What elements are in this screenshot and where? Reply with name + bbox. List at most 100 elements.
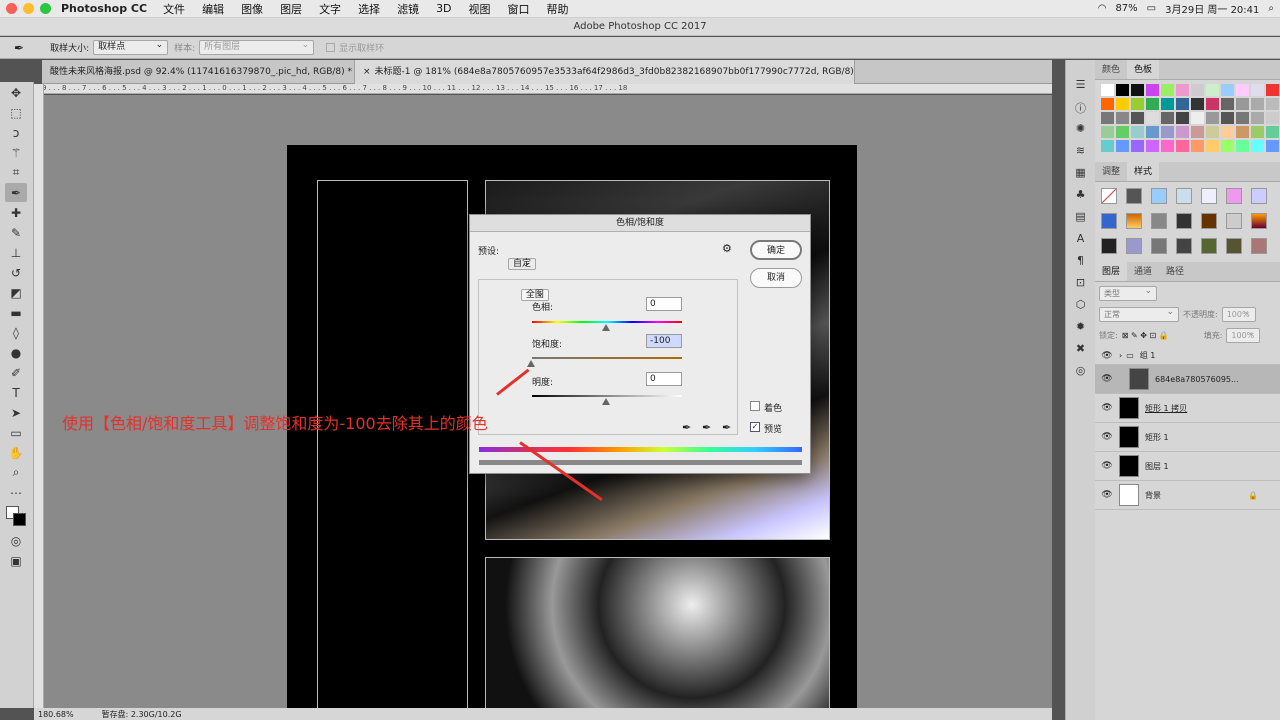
lightness-slider[interactable] [532, 395, 682, 397]
gear-icon[interactable]: ⚙ [722, 242, 732, 255]
swatch[interactable] [1116, 126, 1129, 138]
clone-source-icon[interactable]: ▤ [1066, 210, 1095, 230]
swatch[interactable] [1236, 140, 1249, 152]
lightness-slider-thumb[interactable] [602, 398, 610, 405]
swatch[interactable] [1251, 126, 1264, 138]
swatch[interactable] [1236, 84, 1249, 96]
layer-row-rect[interactable]: 👁 矩形 1 [1095, 423, 1280, 452]
swatch[interactable] [1266, 84, 1279, 96]
hand-tool-icon[interactable]: ✋ [5, 443, 27, 462]
3d-icon[interactable]: ⬡ [1066, 298, 1095, 318]
preview-checkbox[interactable]: ✓ [750, 422, 760, 432]
tab-layers[interactable]: 图层 [1095, 262, 1128, 281]
swatch[interactable] [1161, 140, 1174, 152]
swatch[interactable] [1236, 112, 1249, 124]
history-icon[interactable]: ☰ [1066, 78, 1095, 98]
menu-filter[interactable]: 滤镜 [397, 1, 419, 17]
swatch[interactable] [1161, 112, 1174, 124]
menu-image[interactable]: 图像 [241, 1, 263, 17]
style-tile[interactable] [1126, 188, 1142, 204]
swatch[interactable] [1176, 140, 1189, 152]
swatch[interactable] [1221, 84, 1234, 96]
layer-row-group[interactable]: 👁 › ▭ 组 1 [1095, 347, 1280, 365]
swatches-grid[interactable] [1095, 80, 1280, 156]
swatch[interactable] [1131, 112, 1144, 124]
color-swatches[interactable] [4, 504, 33, 530]
swatch[interactable] [1206, 126, 1219, 138]
eye-icon[interactable]: 👁 [1095, 432, 1119, 442]
healing-tool-icon[interactable]: ✚ [5, 203, 27, 222]
move-tool-icon[interactable]: ✥ [5, 83, 27, 102]
swatch[interactable] [1206, 140, 1219, 152]
swatch[interactable] [1251, 84, 1264, 96]
style-tile[interactable] [1251, 238, 1267, 254]
tab-poster[interactable]: 酸性未来风格海报.psd @ 92.4% (11741616379870_.pi… [42, 60, 355, 84]
swatch[interactable] [1251, 112, 1264, 124]
style-tile[interactable] [1176, 188, 1192, 204]
swatch[interactable] [1116, 140, 1129, 152]
tab-styles[interactable]: 样式 [1127, 162, 1160, 181]
hue-input[interactable]: 0 [646, 297, 682, 311]
style-tile[interactable] [1151, 188, 1167, 204]
battery-text[interactable]: 87% [1115, 3, 1137, 14]
properties-icon[interactable]: ≋ [1066, 144, 1095, 164]
swatch[interactable] [1191, 140, 1204, 152]
hue-slider-thumb[interactable] [602, 324, 610, 331]
adjust-presets-icon[interactable]: ◎ [1066, 364, 1095, 384]
cancel-button[interactable]: 取消 [750, 268, 802, 288]
marquee-tool-icon[interactable]: ⬚ [5, 103, 27, 122]
swatch[interactable] [1131, 140, 1144, 152]
swatch[interactable] [1191, 84, 1204, 96]
brush-tool-icon[interactable]: ✎ [5, 223, 27, 242]
swatch[interactable] [1116, 112, 1129, 124]
stamp-tool-icon[interactable]: ⊥ [5, 243, 27, 262]
sample-size-select[interactable]: 取样点 [93, 39, 169, 55]
saturation-slider[interactable] [532, 357, 682, 359]
eye-icon[interactable]: 👁 [1095, 351, 1119, 361]
style-tile[interactable] [1201, 188, 1217, 204]
swatch-icon[interactable]: ▦ [1066, 166, 1095, 186]
lock-icons[interactable]: ⊠ ✎ ✥ ⊡ 🔒 [1122, 331, 1200, 340]
tab-channels[interactable]: 通道 [1127, 262, 1159, 281]
swatch[interactable] [1266, 126, 1279, 138]
blend-mode-select[interactable]: 正常 [1099, 306, 1179, 322]
zoom-window-button[interactable] [40, 3, 51, 14]
quick-mask-icon[interactable]: ◎ [5, 531, 27, 550]
style-tile[interactable] [1201, 238, 1217, 254]
swatch[interactable] [1146, 140, 1159, 152]
swatch[interactable] [1161, 98, 1174, 110]
wifi-icon[interactable]: ◠ [1098, 3, 1107, 14]
style-tile[interactable] [1101, 213, 1117, 229]
swatch[interactable] [1221, 98, 1234, 110]
style-tile[interactable] [1226, 238, 1242, 254]
info-icon[interactable]: ⓘ [1066, 100, 1095, 120]
swatch[interactable] [1101, 98, 1114, 110]
swatch[interactable] [1116, 98, 1129, 110]
style-tile[interactable] [1176, 213, 1192, 229]
blur-tool-icon[interactable]: ◊ [5, 323, 27, 342]
swatch[interactable] [1146, 84, 1159, 96]
ok-button[interactable]: 确定 [750, 240, 802, 260]
menu-edit[interactable]: 编辑 [202, 1, 224, 17]
menu-type[interactable]: 文字 [319, 1, 341, 17]
tab-paths[interactable]: 路径 [1159, 262, 1191, 281]
close-icon[interactable]: × [363, 67, 371, 77]
layer-row-rect-copy[interactable]: 👁 矩形 1 拷贝 [1095, 394, 1280, 423]
swatch[interactable] [1176, 112, 1189, 124]
styles-grid[interactable] [1095, 182, 1280, 260]
tab-swatches[interactable]: 色板 [1127, 60, 1160, 79]
menu-file[interactable]: 文件 [163, 1, 185, 17]
colorize-checkbox[interactable] [750, 401, 760, 411]
swatch[interactable] [1206, 84, 1219, 96]
eyedropper-icon[interactable]: ✒ [682, 421, 691, 434]
fill-input[interactable]: 100% [1226, 327, 1261, 343]
more-tools-icon[interactable]: ⋯ [5, 483, 27, 502]
swatch[interactable] [1161, 126, 1174, 138]
lasso-tool-icon[interactable]: ↄ [5, 123, 27, 142]
eyedropper-minus-icon[interactable]: ✒ [722, 421, 731, 434]
style-tile[interactable] [1126, 213, 1142, 229]
layer-row-image[interactable]: 👁 684e8a780576095... [1095, 365, 1280, 394]
swatch[interactable] [1221, 112, 1234, 124]
swatch[interactable] [1176, 84, 1189, 96]
paragraph-icon[interactable]: ¶ [1066, 254, 1095, 274]
